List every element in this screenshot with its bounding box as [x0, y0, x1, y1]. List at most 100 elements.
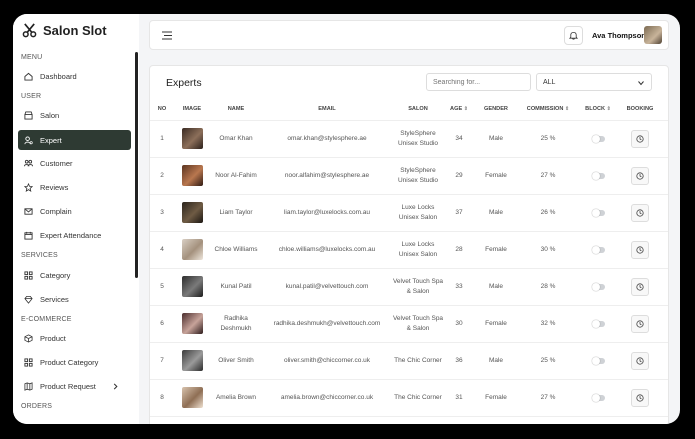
- block-toggle[interactable]: [591, 134, 605, 143]
- table-row: 5 Kunal Patil kunal.patil@velvettouch.com V…: [150, 268, 668, 306]
- booking-history-button[interactable]: [631, 129, 649, 148]
- sidebar-scrollbar[interactable]: [135, 52, 138, 278]
- booking-history-button[interactable]: [631, 351, 649, 370]
- clock-icon: [636, 356, 644, 365]
- block-toggle[interactable]: [591, 282, 605, 291]
- block-toggle[interactable]: [591, 393, 605, 402]
- cell-age: 30: [444, 305, 474, 343]
- cell-image: [174, 305, 210, 343]
- expert-avatar[interactable]: [181, 313, 203, 334]
- cell-extra: [662, 342, 668, 380]
- block-toggle[interactable]: [591, 208, 605, 217]
- booking-history-button[interactable]: [631, 388, 649, 407]
- cell-gender: Male: [474, 416, 518, 424]
- avatar[interactable]: [644, 26, 662, 44]
- section-orders: ORDERS: [21, 403, 53, 410]
- cell-gender: Female: [474, 379, 518, 417]
- cell-image: [174, 231, 210, 269]
- sidebar-item-product[interactable]: Product: [18, 328, 131, 348]
- sort-icon: ⇕: [565, 105, 570, 112]
- cell-gender: Female: [474, 305, 518, 343]
- expert-avatar[interactable]: [181, 387, 203, 408]
- brand[interactable]: Salon Slot: [22, 23, 107, 38]
- sort-icon: ⇕: [606, 105, 611, 112]
- cell-salon: StyleSphere Unisex Studio: [392, 157, 444, 195]
- cell-age: 31: [444, 379, 474, 417]
- cell-image: [174, 120, 210, 158]
- expert-avatar[interactable]: [181, 128, 203, 149]
- cell-age: 28: [444, 231, 474, 269]
- sidebar-item-product-category[interactable]: Product Category: [18, 352, 131, 372]
- cell-name: Liam Taylor: [210, 194, 262, 232]
- booking-history-button[interactable]: [631, 314, 649, 333]
- cell-salon: StyleSphere Unisex Studio: [392, 120, 444, 158]
- sidebar-item-services[interactable]: Services: [18, 289, 131, 309]
- cell-block: [578, 416, 618, 424]
- cell-image: [174, 342, 210, 380]
- col-age[interactable]: AGE ⇕: [444, 98, 474, 121]
- cell-name: Amelia Brown: [210, 379, 262, 417]
- cell-email: liam.taylor@luxelocks.com.au: [262, 194, 392, 232]
- cell-commission: 27 %: [518, 416, 578, 424]
- sidebar-item-expert[interactable]: Expert: [18, 130, 131, 150]
- sidebar-item-dashboard[interactable]: Dashboard: [18, 66, 131, 86]
- col-email: EMAIL: [262, 98, 392, 121]
- cell-booking: [618, 268, 662, 306]
- sidebar-item-product-request[interactable]: Product Request: [18, 376, 131, 396]
- sidebar-item-customer[interactable]: Customer: [18, 153, 131, 173]
- cell-email: chloe.williams@luxelocks.com.au: [262, 231, 392, 269]
- cell-age: 33: [444, 268, 474, 306]
- sidebar-item-salon[interactable]: Salon: [18, 105, 131, 125]
- cell-extra: [662, 120, 668, 158]
- grid-icon: [24, 270, 33, 280]
- cell-no: 6: [150, 305, 174, 343]
- cell-extra: [662, 157, 668, 195]
- booking-history-button[interactable]: [631, 277, 649, 296]
- sidebar-item-reviews[interactable]: Reviews: [18, 177, 131, 197]
- user-name[interactable]: Ava Thompson: [592, 31, 646, 40]
- grid-icon: [24, 357, 33, 367]
- sidebar-item-complain[interactable]: Complain: [18, 201, 131, 221]
- diamond-icon: [24, 295, 33, 304]
- notifications-button[interactable]: [564, 26, 583, 45]
- block-toggle[interactable]: [591, 245, 605, 254]
- cell-no: 5: [150, 268, 174, 306]
- block-toggle[interactable]: [591, 356, 605, 365]
- star-icon: [24, 182, 33, 192]
- cell-commission: 26 %: [518, 194, 578, 232]
- sidebar-item-category[interactable]: Category: [18, 265, 131, 285]
- booking-history-button[interactable]: [631, 203, 649, 222]
- app-window: Salon Slot MENU Dashboard USER Salon Exp…: [13, 14, 680, 424]
- cell-block: [578, 120, 618, 158]
- booking-history-button[interactable]: [631, 166, 649, 185]
- filter-select[interactable]: ALL: [536, 73, 652, 91]
- search-input[interactable]: [426, 73, 531, 91]
- scissors-logo-icon: [22, 23, 37, 38]
- block-toggle[interactable]: [591, 171, 605, 180]
- chevron-down-icon: [638, 81, 644, 86]
- menu-toggle-icon[interactable]: [162, 31, 172, 40]
- cell-name: Manish Thakur: [210, 416, 262, 424]
- col-extra: E: [662, 98, 668, 121]
- expert-avatar[interactable]: [181, 239, 203, 260]
- table-row: 9 Manish Thakurmanish.thakur@blossomloung…: [150, 416, 668, 424]
- clock-icon: [636, 134, 644, 143]
- sidebar-item-expert-attendance[interactable]: Expert Attendance: [18, 225, 131, 245]
- cell-booking: [618, 120, 662, 158]
- expert-avatar[interactable]: [181, 165, 203, 186]
- block-toggle[interactable]: [591, 319, 605, 328]
- section-ecommerce: E-COMMERCE: [21, 316, 72, 323]
- expert-avatar[interactable]: [181, 350, 203, 371]
- users-icon: [24, 159, 33, 166]
- expert-avatar[interactable]: [181, 276, 203, 297]
- col-block[interactable]: BLOCK ⇕: [578, 98, 618, 121]
- calendar-icon: [24, 231, 33, 240]
- sidebar: Salon Slot MENU Dashboard USER Salon Exp…: [13, 14, 139, 424]
- cell-salon: The Chic Corner: [392, 379, 444, 417]
- booking-history-button[interactable]: [631, 240, 649, 259]
- cell-block: [578, 194, 618, 232]
- expert-avatar[interactable]: [181, 202, 203, 223]
- col-commission[interactable]: COMMISSION ⇕: [518, 98, 578, 121]
- cell-name: Oliver Smith: [210, 342, 262, 380]
- cell-block: [578, 231, 618, 269]
